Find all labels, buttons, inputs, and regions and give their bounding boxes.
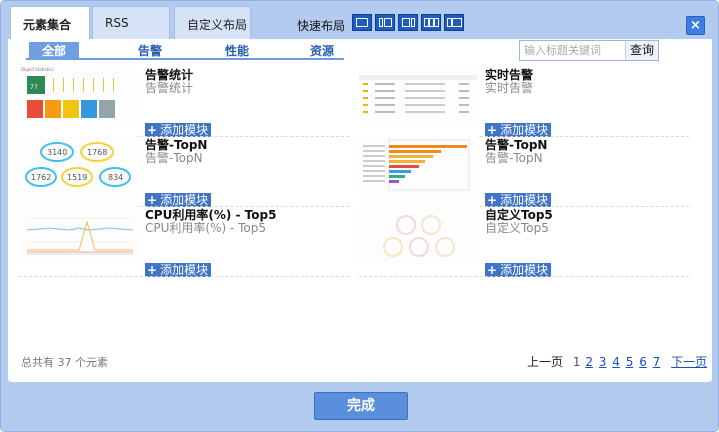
close-button[interactable]: × [686, 16, 705, 35]
thumb-bubble-label: 1762 [31, 173, 51, 182]
add-module-label: 添加模块 [160, 193, 209, 207]
card-subtitle: 实时告警 [485, 81, 534, 95]
elements-panel: 全部 告警 性能 资源 查询 Object Statistics 77 [8, 39, 712, 382]
layout-sidebar-icon-main [452, 18, 462, 27]
search-input[interactable] [520, 41, 625, 60]
category-performance[interactable]: 性能 [217, 42, 257, 60]
layout-wide-narrow-button[interactable] [398, 14, 418, 31]
add-module-label: 添加模块 [500, 263, 549, 277]
layout-three-column-icon-c [434, 18, 439, 27]
card-divider [19, 276, 349, 277]
thumbnail-cpu-line-chart [19, 206, 137, 264]
plus-icon: + [487, 123, 498, 137]
element-card: CPU利用率(%) - Top5 CPU利用率(%) - Top5 + 添加模块 [19, 206, 349, 277]
add-module-button[interactable]: + 添加模块 [485, 263, 552, 277]
layout-dialog: 元素集合 RSS 自定义布局 快速布局 × 全部 告警 性能 资源 查询 [0, 0, 719, 432]
page-link[interactable]: 3 [599, 355, 607, 369]
add-module-button[interactable]: + 添加模块 [145, 263, 212, 277]
layout-narrow-wide-icon [379, 18, 383, 27]
page-link: 1 [572, 355, 581, 369]
page-link[interactable]: 7 [653, 355, 661, 369]
thumbnail-alarm-topn-bars [359, 136, 477, 194]
thumb-bubble-label: 3140 [47, 148, 67, 157]
plus-icon: + [147, 193, 158, 207]
pagination: 上一页 1 2 3 4 5 6 7 下一页 [527, 353, 708, 370]
card-subtitle: 告警统计 [145, 81, 194, 95]
add-module-button[interactable]: + 添加模块 [145, 123, 212, 137]
card-subtitle: CPU利用率(%) - Top5 [145, 221, 267, 235]
card-divider [359, 276, 689, 277]
thumb-stat-value: 77 [30, 84, 38, 91]
plus-icon: + [487, 263, 498, 277]
thumbnail-alarm-statistics: Object Statistics 77 [19, 66, 137, 124]
page-link[interactable]: 2 [585, 355, 593, 369]
thumb-bubble-label: 1768 [87, 148, 107, 157]
layout-one-column-button[interactable] [352, 14, 372, 31]
layout-narrow-wide-button[interactable] [375, 14, 395, 31]
tab-elements[interactable]: 元素集合 [10, 6, 90, 40]
quick-layout-label: 快速布局 [297, 19, 346, 33]
card-subtitle: 告警-TopN [145, 151, 203, 165]
page-link[interactable]: 6 [639, 355, 647, 369]
card-subtitle: 自定义Top5 [485, 221, 549, 235]
search-box: 查询 [519, 40, 659, 61]
plus-icon: + [147, 263, 158, 277]
add-module-label: 添加模块 [160, 123, 209, 137]
total-count: 总共有 37 个元素 [21, 356, 108, 369]
page-link[interactable]: 4 [612, 355, 620, 369]
category-tabs: 全部 告警 性能 资源 [26, 42, 344, 60]
add-module-label: 添加模块 [500, 193, 549, 207]
layout-one-column-icon [356, 18, 368, 27]
layout-narrow-wide-icon-right [384, 18, 392, 27]
tab-custom-layout[interactable]: 自定义布局 [174, 6, 251, 39]
plus-icon: + [147, 123, 158, 137]
card-subtitle: 告警-TopN [485, 151, 543, 165]
element-card: 自定义Top5 自定义Top5 + 添加模块 [359, 206, 689, 277]
layout-three-column-button[interactable] [421, 14, 441, 31]
element-card: 3140 1768 1762 1519 834 告警-TopN 告警-TopN … [19, 136, 349, 207]
element-card: Object Statistics 77 告警统计 告警统计 + 添加模块 [19, 66, 349, 137]
add-module-button[interactable]: + 添加模块 [485, 193, 552, 207]
page-link[interactable]: 5 [626, 355, 634, 369]
thumbnail-custom-top5-gauges [359, 206, 477, 264]
add-module-button[interactable]: + 添加模块 [485, 123, 552, 137]
layout-wide-narrow-icon [402, 18, 410, 27]
next-page-link[interactable]: 下一页 [671, 355, 707, 369]
search-button[interactable]: 查询 [625, 41, 658, 60]
layout-wide-narrow-icon-right [411, 18, 415, 27]
thumbnail-alarm-topn-bubbles: 3140 1768 1762 1519 834 [19, 136, 137, 194]
category-resource[interactable]: 资源 [302, 42, 342, 60]
thumbnail-realtime-alarm [359, 66, 477, 124]
element-card: 告警-TopN 告警-TopN + 添加模块 [359, 136, 689, 207]
add-module-label: 添加模块 [500, 123, 549, 137]
plus-icon: + [487, 193, 498, 207]
element-card: 实时告警 实时告警 + 添加模块 [359, 66, 689, 137]
thumb-bubble-label: 834 [108, 173, 123, 182]
category-all[interactable]: 全部 [29, 42, 79, 60]
tab-rss[interactable]: RSS [92, 6, 170, 39]
thumb-bubble-label: 1519 [67, 173, 87, 182]
prev-page-link[interactable]: 上一页 [527, 355, 563, 369]
add-module-label: 添加模块 [160, 263, 209, 277]
thumb-stat-header: Object Statistics [21, 67, 54, 72]
done-button[interactable]: 完成 [314, 392, 408, 420]
category-alarm[interactable]: 告警 [130, 42, 170, 60]
add-module-button[interactable]: + 添加模块 [145, 193, 212, 207]
layout-sidebar-button[interactable] [444, 14, 464, 31]
